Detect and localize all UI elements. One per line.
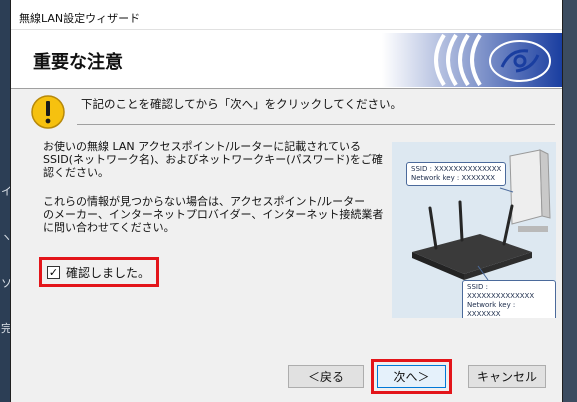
body-line: SSID(ネットワーク名)、およびネットワークキー(パスワード)をご確 [43, 153, 383, 166]
body-line: のメーカー、インターネットプロバイダー、インターネット接続業者 [43, 208, 384, 221]
body-line: 認ください。 [43, 166, 109, 179]
network-key-text: Network key : XXXXXXX [467, 301, 516, 318]
page-title: 重要な注意 [33, 52, 123, 73]
confirm-checkbox-label[interactable]: 確認しました。 [66, 264, 150, 281]
ssid-label-card-top: SSID : XXXXXXXXXXXXXX Network key : XXXX… [406, 162, 507, 186]
wireless-lan-wizard-dialog: 無線LAN設定ウィザード 重要な注意 下記のことを確認してから「次へ」をクリック… [10, 0, 563, 402]
next-button[interactable]: 次へ＞ [377, 365, 446, 388]
instruction-text: 下記のことを確認してから「次へ」をクリックしてください。 [81, 97, 402, 111]
contact-note-paragraph: これらの情報が見つからない場合は、アクセスポイント/ルーター のメーカー、インタ… [43, 195, 393, 234]
network-key-text: Network key : XXXXXXX [411, 174, 496, 182]
router-illustration: SSID : XXXXXXXXXXXXXX Network key : XXXX… [392, 142, 556, 318]
wifi-logo-icon [382, 33, 562, 87]
background-window-left-edge: イ ヽ ソ 完 [0, 0, 12, 402]
body-line: お使いの無線 LAN アクセスポイント/ルーターに記載されている [43, 140, 361, 153]
cancel-button[interactable]: キャンセル [468, 365, 546, 388]
instruction-divider [77, 124, 555, 125]
warning-icon [31, 95, 65, 129]
ssid-text: SSID : XXXXXXXXXXXXXX [411, 165, 502, 173]
confirm-checkbox[interactable]: ✓ [47, 265, 60, 279]
body-line: これらの情報が見つからない場合は、アクセスポイント/ルーター [43, 195, 366, 208]
confirm-checkbox-highlight[interactable]: ✓ 確認しました。 [39, 257, 159, 287]
ssid-note-paragraph: お使いの無線 LAN アクセスポイント/ルーターに記載されている SSID(ネッ… [43, 140, 393, 179]
body-line: に問い合わせてください。 [43, 221, 175, 234]
header-divider [11, 88, 562, 89]
next-button-highlight[interactable]: 次へ＞ [371, 359, 452, 394]
dialog-header: 重要な注意 [11, 30, 562, 88]
ssid-label-card-bottom: SSID : XXXXXXXXXXXXXX Network key : XXXX… [462, 280, 556, 318]
ssid-text: SSID : XXXXXXXXXXXXXX [467, 283, 535, 300]
background-window-right-edge [563, 0, 577, 402]
window-title: 無線LAN設定ウィザード [11, 0, 562, 30]
back-button[interactable]: ＜戻る [288, 365, 364, 388]
